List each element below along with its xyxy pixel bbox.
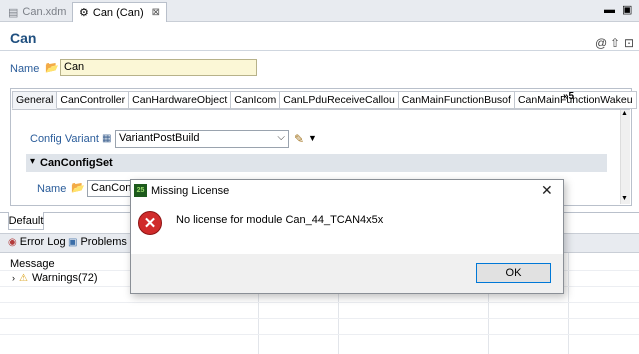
folder-icon[interactable]: 📂 — [45, 61, 59, 74]
error-log-icon: ◉ — [8, 236, 17, 248]
chevron-right-icon[interactable]: › — [12, 273, 15, 283]
tab-error-log[interactable]: ◉ Error Log — [8, 236, 66, 248]
tree-row-label: Warnings(72) — [31, 272, 98, 284]
dialog-title: Missing License — [151, 185, 230, 197]
warning-icon: ⚠ — [19, 272, 28, 284]
row-divider — [0, 334, 639, 335]
up-arrow-icon[interactable]: ⇧ — [610, 36, 620, 50]
collapse-icon[interactable]: ▾ — [30, 156, 35, 167]
app-icon: 25 — [134, 184, 147, 197]
row-divider — [0, 302, 639, 303]
module-icon: ⚙ — [79, 7, 89, 19]
name-label: Name — [10, 63, 40, 75]
editor-tab-can-xdm[interactable]: ▤ Can.xdm — [2, 2, 72, 22]
tab-canmainfunctionbusoff[interactable]: CanMainFunctionBusof — [398, 91, 515, 109]
help-icon[interactable]: @ — [595, 36, 607, 50]
tab-overflow-button[interactable]: »5 — [563, 91, 574, 102]
variant-icon: ▦ — [102, 133, 112, 144]
subtab-strip: General CanController CanHardwareObject … — [12, 91, 637, 109]
scroll-down-icon[interactable]: ▼ — [621, 195, 628, 202]
maximize-icon[interactable]: ▣ — [622, 3, 632, 16]
page-tab-default[interactable]: Default — [8, 212, 44, 230]
tab-canhardwareobject[interactable]: CanHardwareObject — [129, 91, 232, 109]
dialog-body — [131, 202, 563, 262]
config-variant-select[interactable]: VariantPostBuild ⌵ — [115, 130, 289, 148]
editor-tab-label: Can.xdm — [22, 6, 67, 18]
page-title: Can — [10, 30, 37, 46]
dropdown-arrow-icon[interactable]: ▼ — [308, 133, 317, 143]
pencil-icon[interactable]: ✎ — [294, 132, 304, 146]
tab-canicom[interactable]: CanIcom — [231, 91, 281, 109]
column-divider — [568, 253, 569, 354]
dialog-message: No license for module Can_44_TCAN4x5x — [176, 214, 384, 226]
tab-canlpdureceivecallout[interactable]: CanLPduReceiveCallou — [280, 91, 399, 109]
editor-tab-can[interactable]: ⚙ Can (Can) ⊠ — [72, 2, 168, 22]
minimize-icon[interactable]: ▬ — [604, 4, 615, 16]
row-divider — [0, 318, 639, 319]
divider — [12, 109, 630, 110]
vertical-scrollbar[interactable] — [620, 110, 630, 204]
error-icon: ✕ — [138, 211, 162, 235]
tab-cancontroller[interactable]: CanController — [57, 91, 130, 109]
ok-button[interactable]: OK — [476, 263, 551, 283]
tree-row-warnings[interactable]: › ⚠ Warnings(72) — [12, 272, 98, 284]
tab-problems[interactable]: ▣ Problems Vi — [68, 236, 140, 248]
tab-canmainfunctionwakeup[interactable]: CanMainFunctionWakeu — [514, 91, 637, 109]
config-name-label: Name — [37, 183, 67, 195]
tab-label: Error Log — [19, 236, 66, 248]
close-icon[interactable]: ✕ — [541, 182, 553, 199]
scroll-up-icon[interactable]: ▲ — [621, 110, 628, 117]
file-icon: ▤ — [8, 6, 19, 19]
tab-general[interactable]: General — [12, 91, 58, 109]
column-header-message[interactable]: Message — [10, 258, 55, 270]
chevron-down-icon: ⌵ — [277, 132, 285, 143]
problems-icon: ▣ — [68, 236, 78, 248]
section-title: CanConfigSet — [40, 157, 113, 169]
config-variant-label: Config Variant — [30, 133, 99, 145]
folder-icon[interactable]: 📂 — [71, 181, 85, 194]
divider — [0, 50, 639, 51]
expand-icon[interactable]: ⊡ — [624, 36, 634, 50]
close-icon[interactable]: ⊠ — [152, 7, 160, 18]
name-field[interactable]: Can — [60, 59, 257, 76]
config-variant-value: VariantPostBuild — [119, 132, 200, 144]
editor-tab-label: Can (Can) — [92, 6, 144, 19]
section-header[interactable] — [26, 154, 607, 172]
